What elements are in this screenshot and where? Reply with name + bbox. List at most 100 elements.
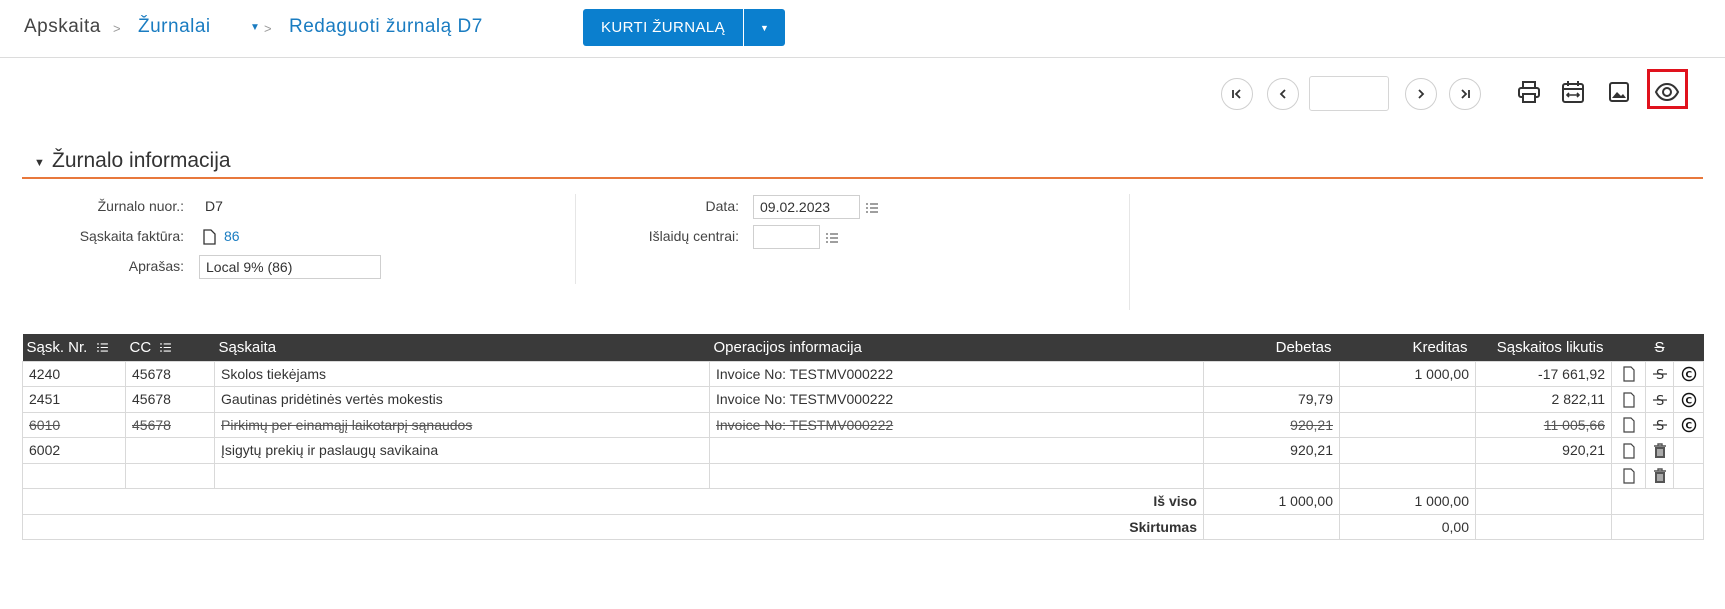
col-header-cc[interactable]: CC [125,334,215,361]
cell-account[interactable]: Gautinas pridėtinės vertės mokestis [214,386,710,413]
cell-cc[interactable]: 45678 [125,360,215,387]
date-input[interactable] [753,195,860,219]
cell-cc[interactable] [125,437,215,464]
chevron-down-icon: ▼ [760,22,769,33]
cell-doc[interactable] [1611,411,1646,438]
cell-debit[interactable] [1203,462,1340,489]
page-number-input[interactable] [1309,76,1389,111]
cell-operation[interactable] [709,462,1204,489]
trash-icon[interactable] [1652,443,1668,459]
cell-copy[interactable]: C [1673,386,1704,413]
document-icon[interactable] [1621,417,1637,433]
cell-account[interactable] [214,462,710,489]
cell-cc[interactable]: 45678 [125,411,215,438]
cell-credit[interactable]: 1 000,00 [1339,360,1476,387]
print-icon [1518,81,1540,103]
col-header-debit: Debetas [1203,334,1340,361]
invoice-link[interactable]: 86 [224,228,240,244]
strikethrough-icon[interactable]: S [1652,417,1668,433]
first-page-button[interactable] [1221,78,1253,110]
difference-credit: 0,00 [1339,513,1476,540]
copy-circle-icon[interactable]: C [1681,392,1697,408]
cell-acc[interactable]: 4240 [22,360,126,387]
document-icon[interactable] [1621,443,1637,459]
cell-operation[interactable] [709,437,1204,464]
cell-copy[interactable]: C [1673,360,1704,387]
create-journal-button[interactable]: KURTI ŽURNALĄ [583,9,743,46]
cell-credit[interactable] [1339,386,1476,413]
cell-credit[interactable] [1339,437,1476,464]
cell-cc[interactable]: 45678 [125,386,215,413]
document-icon [203,229,216,245]
print-button[interactable] [1513,76,1545,108]
cell-credit[interactable] [1339,411,1476,438]
total-label: Iš viso [22,488,1204,515]
cell-debit[interactable]: 79,79 [1203,386,1340,413]
total-debit: 1 000,00 [1203,488,1340,515]
cell-operation[interactable]: Invoice No: TESTMV000222 [709,411,1204,438]
collapse-caret-icon[interactable]: ▼ [34,157,45,169]
cell-delete[interactable] [1645,437,1674,464]
table-row[interactable]: 4240 45678 Skolos tiekėjams Invoice No: … [22,360,1704,387]
cell-balance: 920,21 [1475,437,1612,464]
cell-blank [1611,513,1704,540]
cost-centers-input[interactable] [753,225,820,249]
section-title: Žurnalo informacija [52,149,231,172]
description-label: Aprašas: [128,258,184,274]
cell-acc[interactable] [22,462,126,489]
breadcrumb-journals[interactable]: Žurnalai [138,16,211,38]
col-header-acc-no[interactable]: Sąsk. Nr. [22,334,126,361]
table-row[interactable]: 6002 Įsigytų prekių ir paslaugų savikain… [22,437,1704,464]
cell-strike[interactable]: S [1645,386,1674,413]
cell-doc[interactable] [1611,462,1646,489]
strikethrough-icon[interactable]: S [1652,392,1668,408]
document-icon[interactable] [1621,392,1637,408]
cell-debit[interactable] [1203,360,1340,387]
cell-operation[interactable]: Invoice No: TESTMV000222 [709,360,1204,387]
image-button[interactable] [1603,76,1635,108]
cell-acc[interactable]: 6010 [22,411,126,438]
list-icon[interactable] [826,233,838,243]
copy-circle-icon[interactable]: C [1681,417,1697,433]
cell-debit[interactable]: 920,21 [1203,437,1340,464]
document-icon[interactable] [1621,366,1637,382]
cell-account[interactable]: Pirkimų per einamąjį laikotarpį sąnaudos [214,411,710,438]
cell-operation[interactable]: Invoice No: TESTMV000222 [709,386,1204,413]
cell-doc[interactable] [1611,437,1646,464]
next-page-button[interactable] [1405,78,1437,110]
cell-doc[interactable] [1611,386,1646,413]
cell-account[interactable]: Įsigytų prekių ir paslaugų savikaina [214,437,710,464]
list-icon[interactable] [866,203,878,213]
cell-delete[interactable] [1645,462,1674,489]
cell-cc[interactable] [125,462,215,489]
col-header-acc-no-label: Sąsk. Nr. [26,338,88,356]
cell-acc[interactable]: 6002 [22,437,126,464]
list-icon[interactable] [160,343,172,352]
last-page-button[interactable] [1449,78,1481,110]
cell-copy[interactable]: C [1673,411,1704,438]
copy-circle-icon[interactable]: C [1681,366,1697,382]
date-range-button[interactable] [1557,76,1589,108]
create-journal-dropdown-button[interactable]: ▼ [744,9,785,46]
cell-acc[interactable]: 2451 [22,386,126,413]
invoice-label: Sąskaita faktūra: [79,228,184,244]
table-row[interactable]: 6010 45678 Pirkimų per einamąjį laikotar… [22,411,1704,438]
cell-credit[interactable] [1339,462,1476,489]
cell-debit[interactable]: 920,21 [1203,411,1340,438]
cell-strike[interactable]: S [1645,411,1674,438]
cell-strike[interactable]: S [1645,360,1674,387]
section-header[interactable]: ▼ Žurnalo informacija [22,149,1703,179]
cell-account[interactable]: Skolos tiekėjams [214,360,710,387]
cell-doc[interactable] [1611,360,1646,387]
cell-blank [1673,462,1704,489]
list-icon[interactable] [96,343,108,352]
table-row[interactable]: 2451 45678 Gautinas pridėtinės vertės mo… [22,386,1704,413]
breadcrumb-root[interactable]: Apskaita [24,16,101,38]
trash-icon[interactable] [1652,468,1668,484]
prev-page-button[interactable] [1267,78,1299,110]
chevron-down-icon[interactable]: ▼ [250,22,260,33]
document-icon[interactable] [1621,468,1637,484]
strikethrough-icon[interactable]: S [1652,366,1668,382]
description-input[interactable] [199,255,381,279]
table-row[interactable] [22,462,1704,489]
